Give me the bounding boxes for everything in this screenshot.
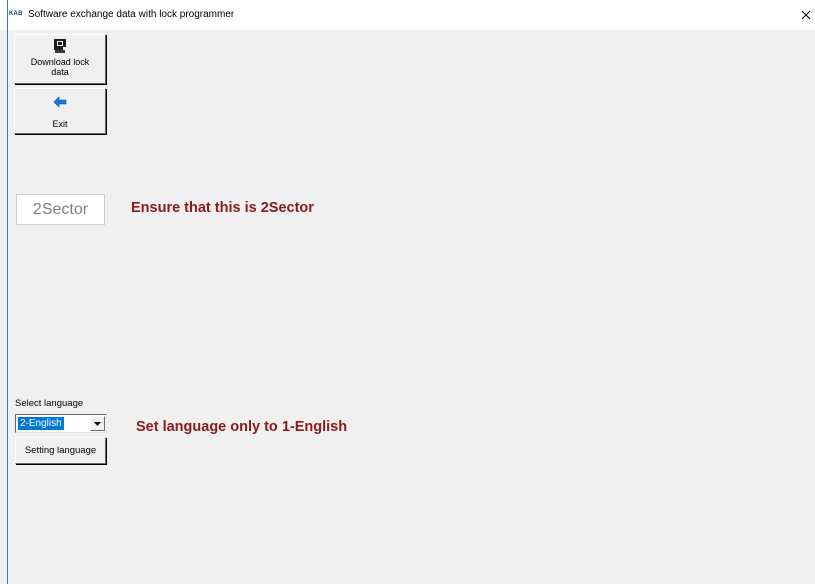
close-icon [801,10,810,20]
select-language-label: Select language [15,398,84,409]
download-lock-data-label: Download lock data [30,57,90,77]
title-bar: KAB Software exchange data with lock pro… [0,0,815,30]
exit-label: Exit [52,119,68,129]
download-lock-data-button[interactable]: Download lock data [14,34,106,84]
language-selected-value: 2-English [18,417,64,430]
exit-button[interactable]: Exit [14,88,106,134]
main-window: KAB Software exchange data with lock pro… [0,0,815,584]
sector-note: Ensure that this is 2Sector [131,200,314,216]
language-note: Set language only to 1-English [136,419,348,435]
close-button[interactable] [796,6,815,24]
language-select[interactable]: 2-English [15,414,107,433]
chevron-down-icon [94,421,101,426]
exit-arrow-icon [53,96,67,108]
download-lock-icon [54,39,66,53]
window-title: Software exchange data with lock program… [28,9,235,20]
sector-field: 2Sector [16,194,105,225]
dropdown-arrow-button[interactable] [90,416,105,431]
setting-language-button[interactable]: Setting language [15,437,106,464]
app-icon: KAB [9,11,23,17]
window-left-border [7,0,8,584]
